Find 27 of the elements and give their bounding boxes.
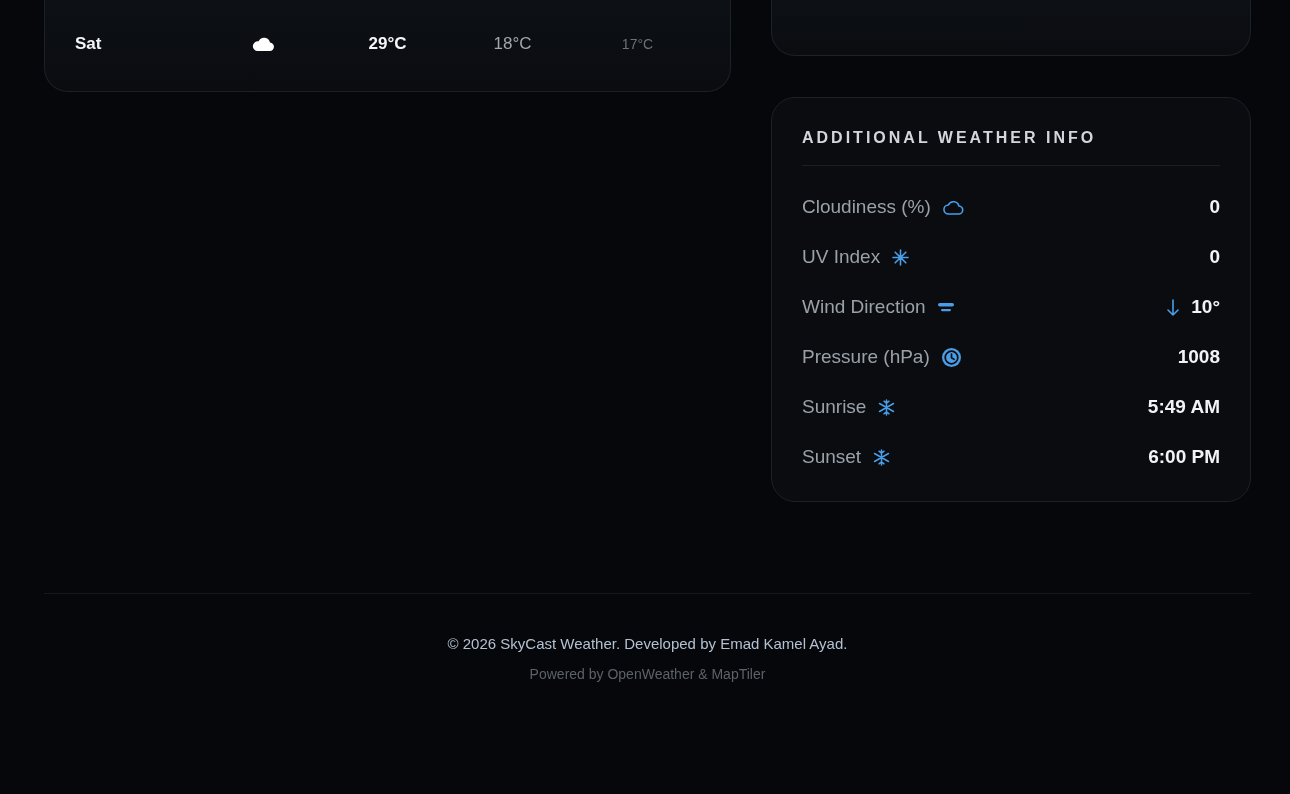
info-value: 0 — [1209, 246, 1220, 268]
info-value: 0 — [1209, 196, 1220, 218]
info-value: 5:49 AM — [1147, 396, 1220, 418]
temperature-text: 17°C — [621, 36, 654, 52]
clock-icon — [941, 347, 961, 367]
info-label: Wind Direction — [802, 296, 926, 318]
wind-icon — [937, 302, 954, 312]
snowflake-icon — [873, 448, 891, 466]
info-label: Sunset — [802, 446, 862, 468]
info-label: UV Index — [802, 246, 881, 268]
temperature-text: 18°C — [493, 34, 532, 54]
card-title: ADDITIONAL WEATHER INFO — [802, 129, 1097, 146]
info-value: 1008 — [1177, 346, 1220, 368]
info-label: Pressure (hPa) — [802, 346, 930, 368]
day-label: Sat — [75, 34, 102, 54]
info-value: 6:00 PM — [1148, 446, 1220, 468]
arrow-down-icon — [1167, 298, 1180, 316]
asterisk-icon — [892, 248, 910, 266]
cloud-icon — [942, 199, 964, 215]
snowflake-icon — [878, 398, 896, 416]
copyright-text: © 2026 SkyCast Weather. Developed by Emad Kamel Ayad. — [447, 635, 848, 653]
credits-text: Powered by OpenWeather & MapTiler — [529, 665, 766, 683]
temperature-text: 29°C — [368, 34, 407, 54]
info-label: Cloudiness (%) — [802, 196, 931, 218]
info-value: 10° — [1191, 296, 1220, 318]
cloud-icon — [251, 37, 274, 51]
info-label: Sunrise — [802, 396, 867, 418]
